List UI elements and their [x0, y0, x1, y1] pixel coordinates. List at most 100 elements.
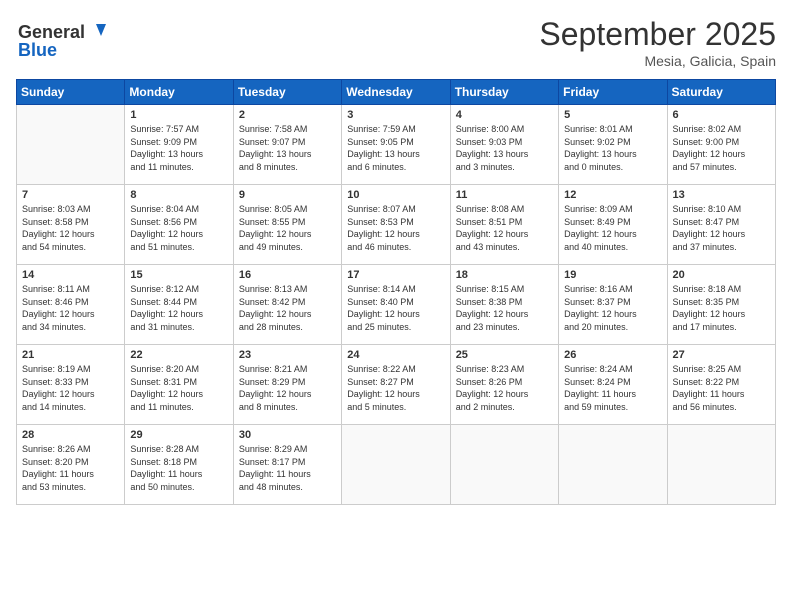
- day-info: Sunrise: 8:29 AM Sunset: 8:17 PM Dayligh…: [239, 443, 336, 493]
- day-number: 17: [347, 269, 444, 281]
- calendar-week-row: 7 Sunrise: 8:03 AM Sunset: 8:58 PM Daylig…: [17, 185, 776, 265]
- calendar-header-row: Sunday Monday Tuesday Wednesday Thursday…: [17, 80, 776, 105]
- day-number: 14: [22, 269, 119, 281]
- calendar-week-row: 1Sunrise: 7:57 AM Sunset: 9:09 PM Daylig…: [17, 105, 776, 185]
- table-row: 24Sunrise: 8:22 AM Sunset: 8:27 PM Dayli…: [342, 345, 450, 425]
- table-row: 18 Sunrise: 8:15 AM Sunset: 8:38 PM Dayli…: [450, 265, 558, 345]
- table-row: 27 Sunrise: 8:25 AM Sunset: 8:22 PM Dayli…: [667, 345, 775, 425]
- day-info: Sunrise: 8:12 AM Sunset: 8:44 PM Dayligh…: [130, 283, 227, 333]
- table-row: 15 Sunrise: 8:12 AM Sunset: 8:44 PM Dayli…: [125, 265, 233, 345]
- table-row: 29 Sunrise: 8:28 AM Sunset: 8:18 PM Dayli…: [125, 425, 233, 505]
- day-number: 8: [130, 189, 227, 201]
- day-number: 30: [239, 429, 336, 441]
- table-row: 16Sunrise: 8:13 AM Sunset: 8:42 PM Dayli…: [233, 265, 341, 345]
- table-row: 28 Sunrise: 8:26 AM Sunset: 8:20 PM Dayli…: [17, 425, 125, 505]
- table-row: [450, 425, 558, 505]
- day-number: 3: [347, 109, 444, 121]
- calendar-week-row: 14 Sunrise: 8:11 AM Sunset: 8:46 PM Dayli…: [17, 265, 776, 345]
- day-info: Sunrise: 8:21 AM Sunset: 8:29 PM Dayligh…: [239, 363, 336, 413]
- day-number: 26: [564, 349, 661, 361]
- subtitle: Mesia, Galicia, Spain: [539, 53, 776, 69]
- day-info: Sunrise: 8:28 AM Sunset: 8:18 PM Dayligh…: [130, 443, 227, 493]
- day-number: 19: [564, 269, 661, 281]
- header: General Blue September 2025 Mesia, Galic…: [16, 16, 776, 69]
- day-info: Sunrise: 8:09 AM Sunset: 8:49 PM Dayligh…: [564, 203, 661, 253]
- table-row: 8 Sunrise: 8:04 AM Sunset: 8:56 PM Daylig…: [125, 185, 233, 265]
- day-number: 23: [239, 349, 336, 361]
- day-info: Sunrise: 8:02 AM Sunset: 9:00 PM Dayligh…: [673, 123, 770, 173]
- day-info: Sunrise: 7:59 AM Sunset: 9:05 PM Dayligh…: [347, 123, 444, 173]
- table-row: 25 Sunrise: 8:23 AM Sunset: 8:26 PM Dayli…: [450, 345, 558, 425]
- table-row: [559, 425, 667, 505]
- table-row: 4 Sunrise: 8:00 AM Sunset: 9:03 PM Daylig…: [450, 105, 558, 185]
- day-info: Sunrise: 8:25 AM Sunset: 8:22 PM Dayligh…: [673, 363, 770, 413]
- day-info: Sunrise: 8:05 AM Sunset: 8:55 PM Dayligh…: [239, 203, 336, 253]
- day-number: 13: [673, 189, 770, 201]
- month-title: September 2025: [539, 16, 776, 53]
- table-row: 5 Sunrise: 8:01 AM Sunset: 9:02 PM Daylig…: [559, 105, 667, 185]
- table-row: 10Sunrise: 8:07 AM Sunset: 8:53 PM Dayli…: [342, 185, 450, 265]
- day-number: 20: [673, 269, 770, 281]
- col-thursday: Thursday: [450, 80, 558, 105]
- day-number: 25: [456, 349, 553, 361]
- table-row: 23 Sunrise: 8:21 AM Sunset: 8:29 PM Dayli…: [233, 345, 341, 425]
- col-wednesday: Wednesday: [342, 80, 450, 105]
- day-info: Sunrise: 8:18 AM Sunset: 8:35 PM Dayligh…: [673, 283, 770, 333]
- table-row: 9 Sunrise: 8:05 AM Sunset: 8:55 PM Daylig…: [233, 185, 341, 265]
- day-info: Sunrise: 8:23 AM Sunset: 8:26 PM Dayligh…: [456, 363, 553, 413]
- day-number: 7: [22, 189, 119, 201]
- day-info: Sunrise: 8:04 AM Sunset: 8:56 PM Dayligh…: [130, 203, 227, 253]
- table-row: [342, 425, 450, 505]
- day-number: 9: [239, 189, 336, 201]
- calendar-week-row: 21Sunrise: 8:19 AM Sunset: 8:33 PM Dayli…: [17, 345, 776, 425]
- table-row: 19 Sunrise: 8:16 AM Sunset: 8:37 PM Dayli…: [559, 265, 667, 345]
- day-number: 12: [564, 189, 661, 201]
- day-number: 22: [130, 349, 227, 361]
- day-info: Sunrise: 8:00 AM Sunset: 9:03 PM Dayligh…: [456, 123, 553, 173]
- day-number: 27: [673, 349, 770, 361]
- svg-text:Blue: Blue: [18, 40, 57, 60]
- day-info: Sunrise: 8:03 AM Sunset: 8:58 PM Dayligh…: [22, 203, 119, 253]
- day-info: Sunrise: 8:15 AM Sunset: 8:38 PM Dayligh…: [456, 283, 553, 333]
- day-info: Sunrise: 8:11 AM Sunset: 8:46 PM Dayligh…: [22, 283, 119, 333]
- table-row: 6Sunrise: 8:02 AM Sunset: 9:00 PM Daylig…: [667, 105, 775, 185]
- col-tuesday: Tuesday: [233, 80, 341, 105]
- table-row: 21Sunrise: 8:19 AM Sunset: 8:33 PM Dayli…: [17, 345, 125, 425]
- day-number: 15: [130, 269, 227, 281]
- table-row: 22Sunrise: 8:20 AM Sunset: 8:31 PM Dayli…: [125, 345, 233, 425]
- day-number: 5: [564, 109, 661, 121]
- table-row: 1Sunrise: 7:57 AM Sunset: 9:09 PM Daylig…: [125, 105, 233, 185]
- day-number: 11: [456, 189, 553, 201]
- table-row: 11Sunrise: 8:08 AM Sunset: 8:51 PM Dayli…: [450, 185, 558, 265]
- logo: General Blue: [16, 16, 106, 69]
- table-row: [667, 425, 775, 505]
- table-row: 30 Sunrise: 8:29 AM Sunset: 8:17 PM Dayli…: [233, 425, 341, 505]
- day-number: 2: [239, 109, 336, 121]
- day-number: 28: [22, 429, 119, 441]
- calendar-table: Sunday Monday Tuesday Wednesday Thursday…: [16, 79, 776, 505]
- col-saturday: Saturday: [667, 80, 775, 105]
- day-info: Sunrise: 8:10 AM Sunset: 8:47 PM Dayligh…: [673, 203, 770, 253]
- table-row: 12 Sunrise: 8:09 AM Sunset: 8:49 PM Dayli…: [559, 185, 667, 265]
- table-row: 26Sunrise: 8:24 AM Sunset: 8:24 PM Dayli…: [559, 345, 667, 425]
- day-number: 29: [130, 429, 227, 441]
- col-friday: Friday: [559, 80, 667, 105]
- table-row: 14 Sunrise: 8:11 AM Sunset: 8:46 PM Dayli…: [17, 265, 125, 345]
- day-number: 24: [347, 349, 444, 361]
- col-monday: Monday: [125, 80, 233, 105]
- day-info: Sunrise: 8:16 AM Sunset: 8:37 PM Dayligh…: [564, 283, 661, 333]
- table-row: 3 Sunrise: 7:59 AM Sunset: 9:05 PM Daylig…: [342, 105, 450, 185]
- day-number: 18: [456, 269, 553, 281]
- table-row: 20 Sunrise: 8:18 AM Sunset: 8:35 PM Dayli…: [667, 265, 775, 345]
- day-number: 16: [239, 269, 336, 281]
- calendar-week-row: 28 Sunrise: 8:26 AM Sunset: 8:20 PM Dayli…: [17, 425, 776, 505]
- day-info: Sunrise: 8:26 AM Sunset: 8:20 PM Dayligh…: [22, 443, 119, 493]
- svg-text:General: General: [18, 22, 85, 42]
- day-number: 21: [22, 349, 119, 361]
- logo-text: General Blue: [16, 16, 106, 69]
- day-number: 4: [456, 109, 553, 121]
- day-info: Sunrise: 8:01 AM Sunset: 9:02 PM Dayligh…: [564, 123, 661, 173]
- page: General Blue September 2025 Mesia, Galic…: [0, 0, 792, 612]
- table-row: 17Sunrise: 8:14 AM Sunset: 8:40 PM Dayli…: [342, 265, 450, 345]
- table-row: 7 Sunrise: 8:03 AM Sunset: 8:58 PM Daylig…: [17, 185, 125, 265]
